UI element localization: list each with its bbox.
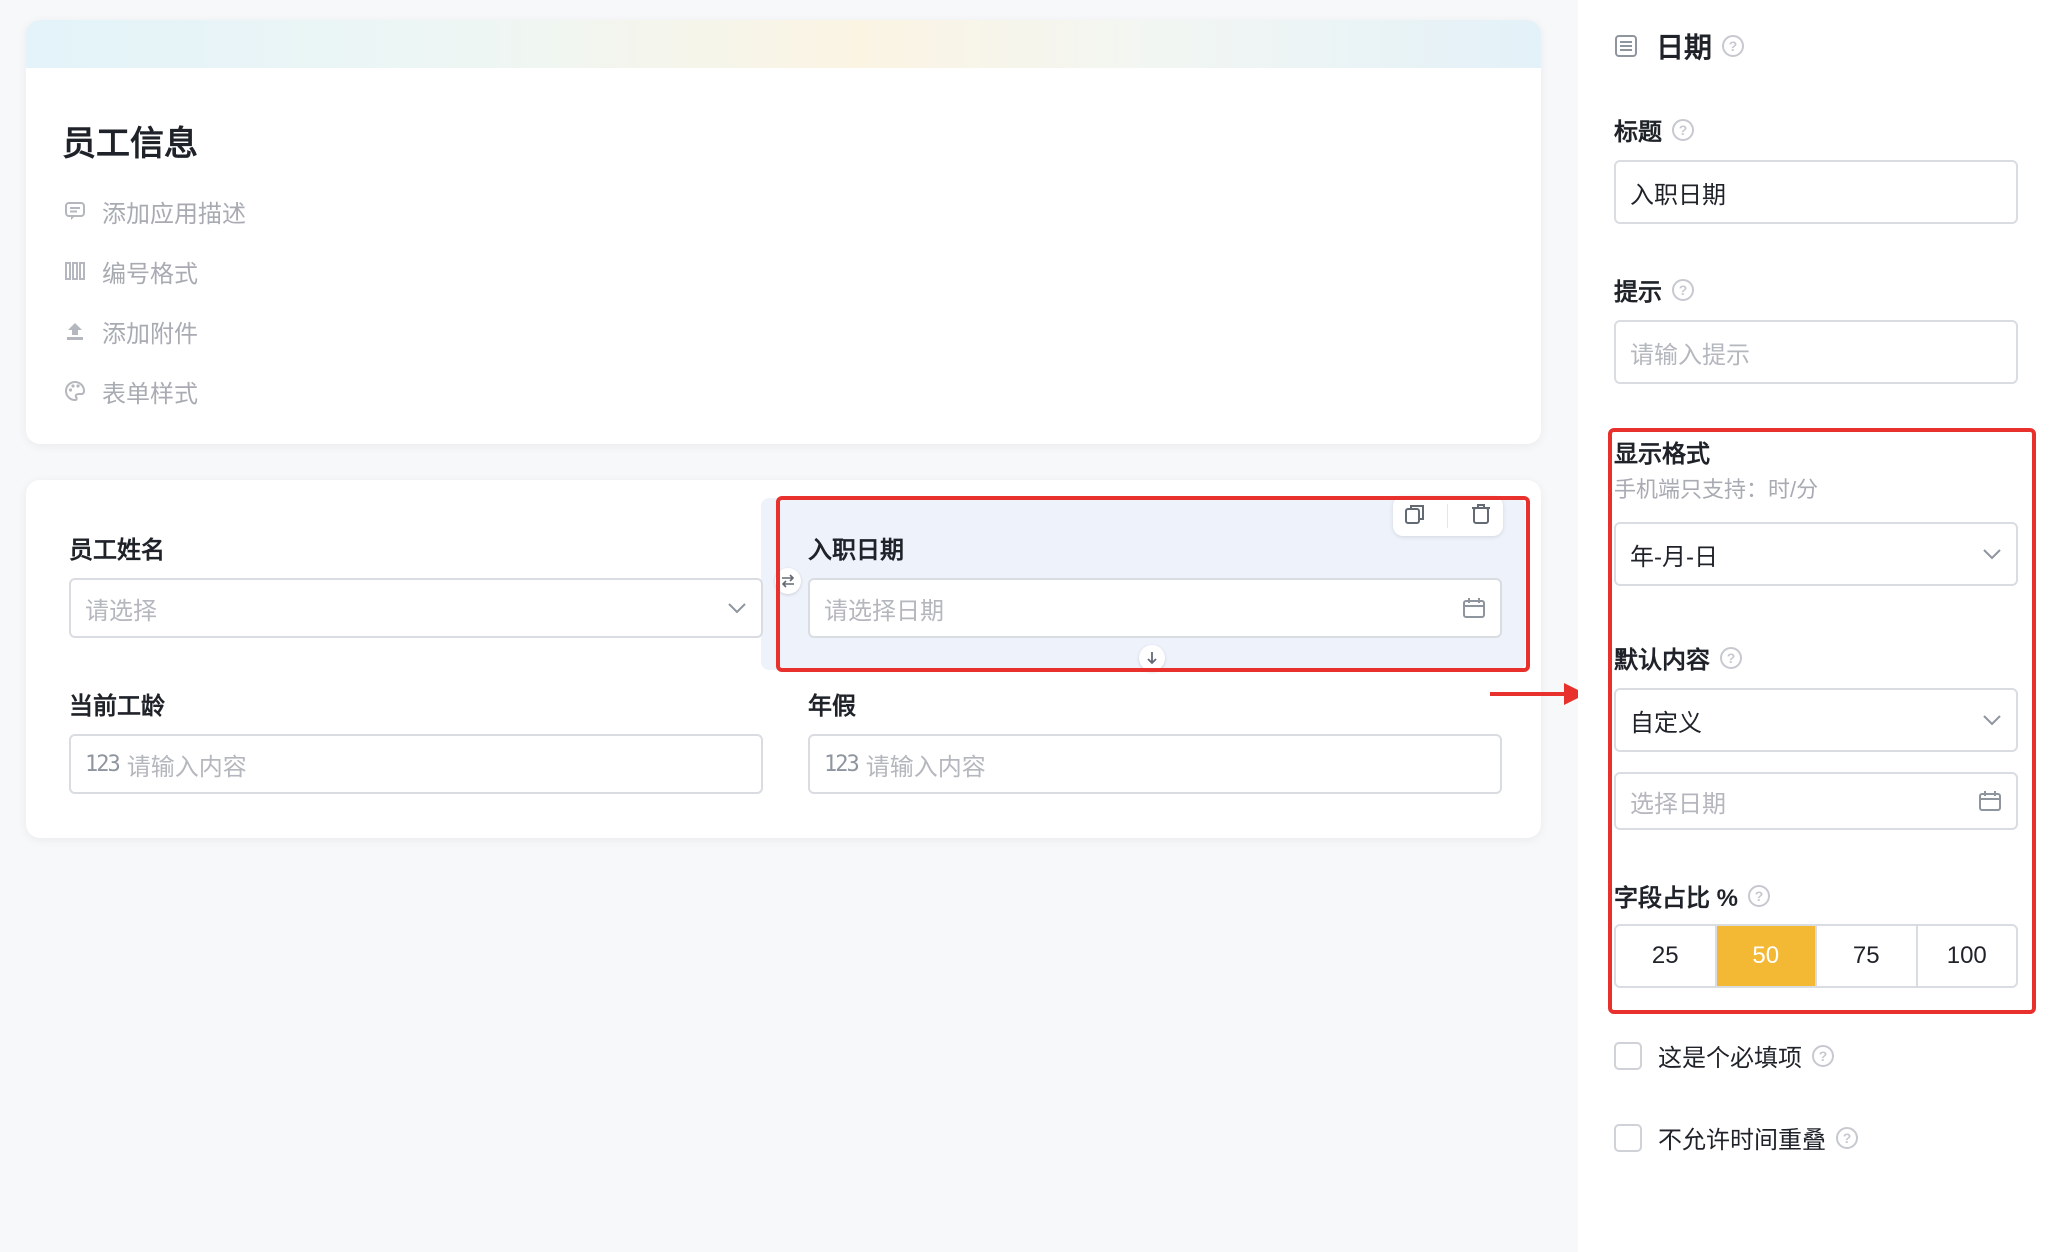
required-label: 这是个必填项 <box>1658 1045 1802 1072</box>
app-info-card: 员工信息 添加应用描述 编号格式 添加附件 表单样式 <box>26 20 1541 444</box>
chevron-down-icon <box>727 602 747 614</box>
display-format-select[interactable]: 年-月-日 <box>1614 522 2018 586</box>
help-icon[interactable]: ? <box>1722 35 1745 57</box>
add-description-action[interactable]: 添加应用描述 <box>62 196 246 228</box>
form-title[interactable]: 员工信息 <box>62 116 198 165</box>
no-overlap-checkbox[interactable] <box>1614 1123 1642 1152</box>
required-checkbox[interactable] <box>1614 1041 1642 1070</box>
hint-input[interactable]: 请输入提示 <box>1614 320 2018 384</box>
form-style-label: 表单样式 <box>102 380 198 408</box>
annual-leave-placeholder: 请输入内容 <box>865 753 986 781</box>
title-label-text: 标题 <box>1614 119 1662 146</box>
add-attachment-action[interactable]: 添加附件 <box>62 316 246 348</box>
arrow-down-icon[interactable] <box>1139 645 1165 671</box>
swap-icon[interactable] <box>775 568 801 594</box>
display-format-value: 年-月-日 <box>1630 543 1718 571</box>
annual-leave-input[interactable]: 123 请输入内容 <box>808 734 1502 794</box>
default-content-value: 自定义 <box>1630 709 1702 737</box>
number-format-action[interactable]: 编号格式 <box>62 256 246 288</box>
hint-label-text: 提示 <box>1614 279 1662 306</box>
annotation-arrow <box>1490 683 1586 705</box>
calendar-icon <box>1978 790 2002 812</box>
palette-icon <box>62 378 88 404</box>
default-date-placeholder: 选择日期 <box>1630 790 1726 818</box>
copy-icon[interactable] <box>1403 502 1427 531</box>
number-format-icon <box>62 258 88 284</box>
field-label-employee-name: 员工姓名 <box>69 537 165 564</box>
hint-label: 提示 ? <box>1614 272 1694 307</box>
title-input[interactable]: 入职日期 <box>1614 160 2018 224</box>
title-input-value: 入职日期 <box>1630 181 1726 209</box>
display-format-note: 手机端只支持：时/分 <box>1614 477 1819 502</box>
hint-input-placeholder: 请输入提示 <box>1630 341 1750 369</box>
help-icon[interactable]: ? <box>1812 1044 1834 1067</box>
number-icon: 123 <box>824 751 860 777</box>
help-icon[interactable]: ? <box>1720 646 1742 669</box>
chevron-down-icon <box>1982 548 2002 560</box>
toolbar-divider <box>1447 504 1449 528</box>
field-width-label: 字段占比 % ? <box>1614 878 1771 913</box>
seniority-placeholder: 请输入内容 <box>126 753 247 781</box>
field-label-hire-date: 入职日期 <box>808 537 904 564</box>
add-description-label: 添加应用描述 <box>102 200 246 228</box>
no-overlap-label: 不允许时间重叠 <box>1658 1127 1826 1154</box>
seniority-input[interactable]: 123 请输入内容 <box>69 734 763 794</box>
help-icon[interactable]: ? <box>1672 118 1694 141</box>
comment-icon <box>62 198 88 224</box>
employee-name-placeholder: 请选择 <box>85 597 157 625</box>
width-option-100[interactable]: 100 <box>1918 926 2017 986</box>
help-icon[interactable]: ? <box>1748 884 1771 907</box>
default-date-picker[interactable]: 选择日期 <box>1614 772 2018 830</box>
width-option-25[interactable]: 25 <box>1616 926 1717 986</box>
info-banner <box>26 20 1541 68</box>
display-format-label: 显示格式 <box>1614 441 1710 468</box>
title-label: 标题 ? <box>1614 112 1694 147</box>
hire-date-picker[interactable]: 请选择日期 <box>808 578 1502 638</box>
number-icon: 123 <box>85 751 121 777</box>
help-icon[interactable]: ? <box>1672 278 1694 301</box>
calendar-icon <box>1462 597 1486 619</box>
chevron-down-icon <box>1982 714 2002 726</box>
list-icon <box>1614 34 1638 58</box>
help-icon[interactable]: ? <box>1836 1126 1858 1149</box>
panel-header: 日期 ? <box>1614 26 1745 66</box>
panel-header-title: 日期 <box>1656 32 1713 63</box>
default-content-label: 默认内容 ? <box>1614 640 1742 675</box>
trash-icon[interactable] <box>1469 502 1493 531</box>
field-toolbar <box>1393 496 1503 536</box>
width-option-50[interactable]: 50 <box>1716 926 1817 986</box>
default-content-select[interactable]: 自定义 <box>1614 688 2018 752</box>
info-actions: 添加应用描述 编号格式 添加附件 表单样式 <box>62 196 246 436</box>
add-attachment-label: 添加附件 <box>102 320 198 348</box>
required-row: 这是个必填项 ? <box>1614 1038 1834 1073</box>
default-content-label-text: 默认内容 <box>1614 647 1710 674</box>
hire-date-placeholder: 请选择日期 <box>824 597 944 625</box>
no-overlap-row: 不允许时间重叠 ? <box>1614 1120 1858 1155</box>
upload-icon <box>62 318 88 344</box>
properties-panel: 日期 ? 标题 ? 入职日期 提示 ? 请输入提示 显示格式 手机端只支持：时/… <box>1578 0 2052 1252</box>
form-style-action[interactable]: 表单样式 <box>62 376 246 408</box>
field-width-label-text: 字段占比 % <box>1614 885 1739 912</box>
field-label-annual-leave: 年假 <box>808 693 856 720</box>
field-width-segmented: 25 50 75 100 <box>1614 924 2018 988</box>
number-format-label: 编号格式 <box>102 260 198 288</box>
employee-name-select[interactable]: 请选择 <box>69 578 763 638</box>
width-option-75[interactable]: 75 <box>1817 926 1918 986</box>
field-label-seniority: 当前工龄 <box>69 693 165 720</box>
